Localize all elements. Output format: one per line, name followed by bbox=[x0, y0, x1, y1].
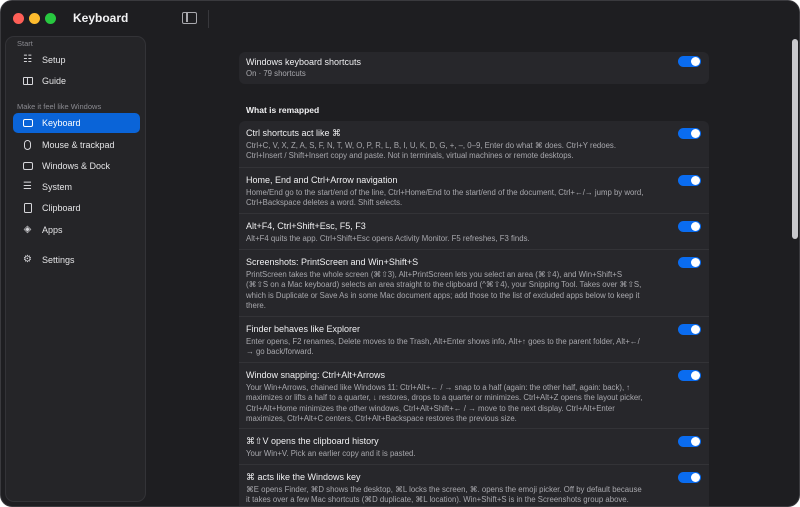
setting-row: ⌘ acts like the Windows key ⌘E opens Fin… bbox=[239, 464, 709, 506]
setting-toggle[interactable] bbox=[678, 436, 701, 447]
master-toggle[interactable] bbox=[678, 56, 701, 67]
setup-icon: ☷ bbox=[23, 54, 32, 65]
sidebar-item-clipboard[interactable]: Clipboard bbox=[13, 198, 140, 218]
sidebar-item-mouse-trackpad[interactable]: Mouse & trackpad bbox=[13, 135, 140, 155]
setting-title: Screenshots: PrintScreen and Win+Shift+S bbox=[246, 257, 419, 267]
setting-description: Your Win+Arrows, chained like Windows 11… bbox=[246, 383, 643, 424]
setting-title: Home, End and Ctrl+Arrow navigation bbox=[246, 175, 398, 185]
setting-row: ⌘⇧V opens the clipboard history Your Win… bbox=[239, 428, 709, 464]
setting-row: Home, End and Ctrl+Arrow navigation Home… bbox=[239, 167, 709, 213]
sidebar-item-label: Setup bbox=[42, 55, 66, 65]
remapped-card: Ctrl shortcuts act like ⌘ Ctrl+C, V, X, … bbox=[239, 121, 709, 506]
title-bar: Keyboard bbox=[1, 1, 799, 36]
sidebar: Start ☷ Setup Guide Make it feel like Wi… bbox=[5, 36, 146, 502]
sidebar-section-start: Start bbox=[17, 39, 33, 48]
windows-icon bbox=[22, 161, 33, 172]
close-window-button[interactable] bbox=[13, 13, 24, 24]
sidebar-item-label: System bbox=[42, 182, 73, 192]
setting-description: Home/End go to the start/end of the line… bbox=[246, 188, 644, 208]
setting-title: Ctrl shortcuts act like ⌘ bbox=[246, 128, 342, 138]
setting-row: Window snapping: Ctrl+Alt+Arrows Your Wi… bbox=[239, 362, 709, 428]
setting-description: Your Win+V. Pick an earlier copy and it … bbox=[246, 449, 416, 458]
sidebar-item-label: Guide bbox=[42, 76, 67, 86]
setting-toggle[interactable] bbox=[678, 370, 701, 381]
setting-title: Finder behaves like Explorer bbox=[246, 324, 361, 334]
sidebar-item-windows-dock[interactable]: Windows & Dock bbox=[13, 156, 140, 176]
master-subtitle: On · 79 shortcuts bbox=[246, 69, 306, 78]
setting-toggle[interactable] bbox=[678, 324, 701, 335]
setting-toggle[interactable] bbox=[678, 128, 701, 139]
setting-toggle[interactable] bbox=[678, 472, 701, 483]
setting-toggle[interactable] bbox=[678, 175, 701, 186]
setting-title: Alt+F4, Ctrl+Shift+Esc, F5, F3 bbox=[246, 221, 366, 231]
setting-description: Alt+F4 quits the app. Ctrl+Shift+Esc ope… bbox=[246, 234, 530, 243]
sidebar-item-label: Clipboard bbox=[42, 203, 81, 213]
main-content: Windows keyboard shortcuts On · 79 short… bbox=[147, 36, 792, 506]
sidebar-section-windows: Make it feel like Windows bbox=[17, 102, 102, 111]
sidebar-item-label: Settings bbox=[42, 255, 75, 265]
sidebar-item-label: Apps bbox=[42, 225, 63, 235]
sidebar-item-setup[interactable]: ☷ Setup bbox=[13, 50, 140, 70]
sidebar-item-label: Mouse & trackpad bbox=[42, 140, 115, 150]
window-title: Keyboard bbox=[73, 11, 129, 25]
setting-row: Screenshots: PrintScreen and Win+Shift+S… bbox=[239, 249, 709, 316]
title-divider bbox=[208, 10, 209, 28]
setting-row: Alt+F4, Ctrl+Shift+Esc, F5, F3 Alt+F4 qu… bbox=[239, 213, 709, 249]
sidebar-item-system[interactable]: ☰ System bbox=[13, 177, 140, 197]
setting-description: Ctrl+C, V, X, Z, A, S, F, N, T, W, O, P,… bbox=[246, 141, 616, 161]
setting-description: Enter opens, F2 renames, Delete moves to… bbox=[246, 337, 640, 357]
remapped-heading: What is remapped bbox=[246, 105, 320, 115]
sidebar-item-label: Windows & Dock bbox=[42, 161, 111, 171]
setting-description: PrintScreen takes the whole screen (⌘⇧3)… bbox=[246, 270, 642, 311]
sidebar-item-label: Keyboard bbox=[42, 118, 81, 128]
setting-row: Finder behaves like Explorer Enter opens… bbox=[239, 316, 709, 362]
setting-title: ⌘ acts like the Windows key bbox=[246, 472, 361, 482]
sidebar-item-keyboard[interactable]: Keyboard bbox=[13, 113, 140, 133]
scrollbar[interactable] bbox=[792, 39, 798, 239]
setting-row: Ctrl shortcuts act like ⌘ Ctrl+C, V, X, … bbox=[239, 121, 709, 167]
setting-title: ⌘⇧V opens the clipboard history bbox=[246, 436, 379, 446]
sidebar-toggle-icon[interactable] bbox=[182, 12, 197, 24]
sidebar-item-apps[interactable]: ◈ Apps bbox=[13, 220, 140, 240]
keyboard-icon bbox=[22, 118, 33, 129]
clipboard-icon bbox=[22, 203, 33, 214]
sidebar-item-settings[interactable]: ⚙ Settings bbox=[13, 250, 140, 270]
mouse-icon bbox=[22, 140, 33, 151]
master-title: Windows keyboard shortcuts bbox=[246, 57, 362, 67]
zoom-window-button[interactable] bbox=[45, 13, 56, 24]
system-icon: ☰ bbox=[23, 181, 32, 192]
setting-toggle[interactable] bbox=[678, 221, 701, 232]
gear-icon: ⚙ bbox=[23, 254, 32, 265]
apps-icon: ◈ bbox=[23, 224, 32, 235]
book-icon bbox=[22, 76, 33, 87]
app-window: Keyboard Start ☷ Setup Guide Make it fee… bbox=[0, 0, 800, 507]
setting-description: ⌘E opens Finder, ⌘D shows the desktop, ⌘… bbox=[246, 485, 642, 505]
setting-toggle[interactable] bbox=[678, 257, 701, 268]
minimize-window-button[interactable] bbox=[29, 13, 40, 24]
sidebar-item-guide[interactable]: Guide bbox=[13, 71, 140, 91]
master-shortcuts-card: Windows keyboard shortcuts On · 79 short… bbox=[239, 52, 709, 84]
setting-title: Window snapping: Ctrl+Alt+Arrows bbox=[246, 370, 386, 380]
